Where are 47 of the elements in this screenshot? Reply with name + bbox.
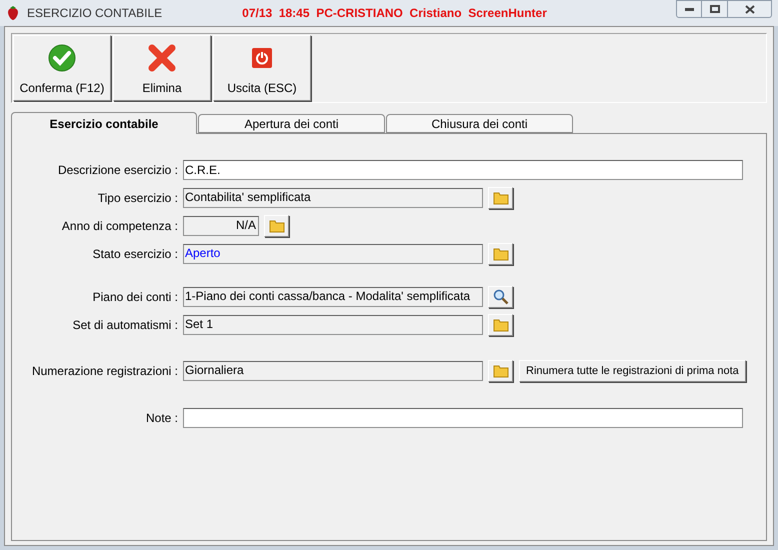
readonly-field[interactable]: Set 1 [183, 315, 483, 335]
strawberry-icon [6, 5, 20, 21]
folder-icon [492, 318, 508, 332]
field-label: Piano dei conti : [92, 289, 179, 306]
field-label: Stato esercizio : [92, 246, 179, 263]
browse-button[interactable] [488, 243, 513, 265]
toolbar-button[interactable]: Conferma (F12) [13, 35, 111, 101]
readonly-field[interactable]: N/A [183, 216, 259, 236]
field-label: Tipo esercizio : [96, 190, 179, 207]
tab[interactable]: Chiusura dei conti [386, 114, 573, 133]
folder-icon [492, 247, 508, 261]
check-icon [48, 44, 76, 72]
search-button[interactable] [488, 286, 513, 308]
minimize-button[interactable] [676, 0, 702, 18]
readonly-field[interactable]: Giornaliera [183, 361, 483, 381]
toolbar-button[interactable]: Elimina [113, 35, 211, 101]
browse-button[interactable] [488, 187, 513, 209]
browse-button[interactable] [488, 314, 513, 336]
maximize-icon [710, 5, 720, 13]
folder-icon [492, 364, 508, 378]
readonly-field[interactable]: 1-Piano dei conti cassa/banca - Modalita' semplificata [183, 287, 483, 307]
browse-button[interactable] [488, 360, 513, 382]
field-label: Numerazione registrazioni : [30, 363, 179, 380]
cross-icon [147, 42, 177, 72]
session-info: 07/13 18:45 PC-CRISTIANO Cristiano ScreenHunter [242, 5, 547, 22]
power-icon [251, 46, 273, 68]
toolbar-button[interactable]: Uscita (ESC) [213, 35, 311, 101]
window-title: ESERCIZIO CONTABILE [27, 5, 162, 22]
readonly-field[interactable]: Aperto [183, 244, 483, 264]
folder-icon [268, 219, 284, 233]
field-label: Descrizione esercizio : [56, 162, 179, 179]
search-icon [492, 289, 508, 305]
text-field[interactable]: C.R.E. [183, 160, 743, 180]
folder-icon [492, 191, 508, 205]
renumber-button[interactable]: Rinumera tutte le registrazioni di prima nota [519, 360, 746, 382]
text-field[interactable] [183, 408, 743, 428]
browse-button[interactable] [264, 215, 289, 237]
tab[interactable]: Apertura dei conti [198, 114, 385, 133]
field-label: Note : [144, 410, 179, 427]
tab[interactable]: Esercizio contabile [11, 112, 197, 134]
field-label: Anno di competenza : [60, 218, 179, 235]
field-label: Set di automatismi : [72, 317, 179, 334]
close-icon [744, 4, 754, 14]
close-button[interactable] [728, 0, 772, 18]
minimize-icon [684, 8, 694, 10]
readonly-field[interactable]: Contabilita' semplificata [183, 188, 483, 208]
maximize-button[interactable] [702, 0, 728, 18]
